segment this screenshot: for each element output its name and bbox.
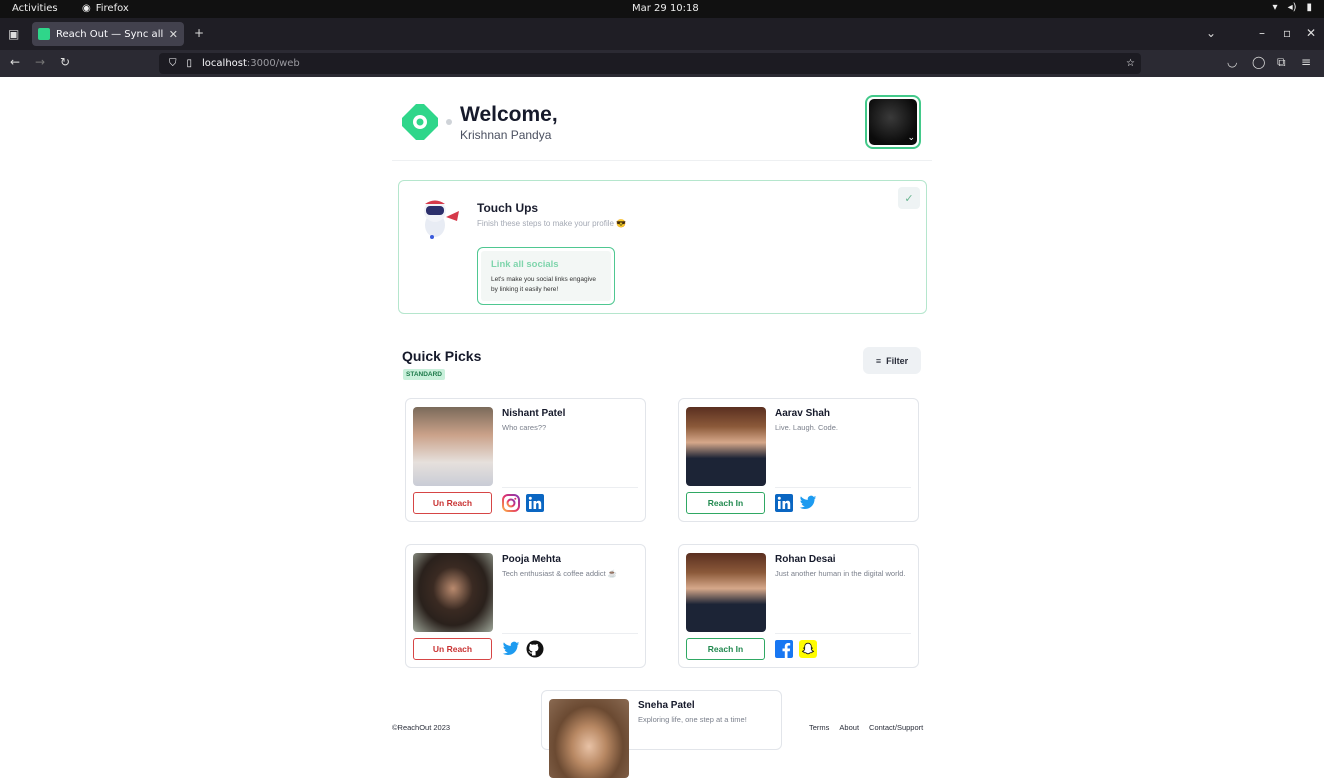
- back-icon[interactable]: ←: [10, 55, 20, 69]
- page-header: Welcome, Krishnan Pandya ⌄: [392, 77, 932, 161]
- touch-ups-title: Touch Ups: [477, 201, 539, 215]
- linkedin-icon[interactable]: [526, 494, 544, 512]
- system-tray[interactable]: ▾ ◂) ▮: [1273, 2, 1312, 13]
- copyright: ©ReachOut 2023: [392, 723, 451, 732]
- url-path: :3000/web: [246, 58, 300, 69]
- reach-in-button[interactable]: Reach In: [686, 638, 765, 660]
- profile-card: Nishant Patel Who cares?? Un Reach: [405, 398, 646, 522]
- reach-in-button[interactable]: Reach In: [686, 492, 765, 514]
- profile-card: Aarav Shah Live. Laugh. Code. Reach In: [678, 398, 919, 522]
- divider: [775, 633, 911, 634]
- facebook-icon[interactable]: [775, 640, 793, 658]
- url-host: localhost: [202, 58, 247, 69]
- filter-label: Filter: [886, 355, 909, 366]
- profile-photo: [686, 407, 766, 486]
- linkedin-icon[interactable]: [775, 494, 793, 512]
- status-badge: STANDARD: [403, 369, 445, 380]
- chevron-down-icon: ⌄: [907, 132, 915, 142]
- divider: [502, 487, 638, 488]
- filter-button[interactable]: ≡ Filter: [863, 347, 921, 374]
- close-tab-icon[interactable]: ✕: [169, 28, 178, 41]
- welcome-heading: Welcome,: [460, 103, 558, 126]
- web-page: Welcome, Krishnan Pandya ⌄ Touch Ups Fin…: [0, 77, 1324, 778]
- check-icon[interactable]: ✓: [898, 187, 920, 209]
- restore-icon[interactable]: ▫: [1283, 26, 1291, 40]
- profile-card: Pooja Mehta Tech enthusiast & coffee add…: [405, 544, 646, 668]
- profile-photo: [686, 553, 766, 632]
- github-icon[interactable]: [526, 640, 544, 658]
- filter-icon: ≡: [875, 355, 882, 366]
- firefox-icon: ◉: [82, 3, 91, 14]
- snapchat-icon[interactable]: [799, 640, 817, 658]
- profile-name: Pooja Mehta: [502, 554, 561, 565]
- app-menu[interactable]: ◉ Firefox: [82, 3, 129, 14]
- profile-photo: [413, 553, 493, 632]
- activities-button[interactable]: Activities: [12, 3, 58, 14]
- task-title: Link all socials: [491, 259, 559, 270]
- url-text: localhost:3000/web: [202, 58, 300, 69]
- url-bar[interactable]: ⛉ ▯ localhost:3000/web ☆: [159, 53, 1141, 74]
- account-icon[interactable]: ◯: [1252, 55, 1265, 69]
- reload-icon[interactable]: ↻: [60, 55, 70, 69]
- quick-picks-title: Quick Picks: [402, 348, 482, 364]
- avatar-menu-button[interactable]: ⌄: [865, 95, 921, 149]
- profile-photo: [549, 699, 629, 778]
- terms-link[interactable]: Terms: [809, 723, 829, 732]
- profile-card: Sneha Patel Exploring life, one step at …: [541, 690, 782, 778]
- chevron-down-icon[interactable]: ⌄: [1206, 26, 1216, 40]
- tab-bar: ▣ Reach Out — Sync all your ✕ + ⌄ – ▫ ✕: [0, 18, 1324, 50]
- instagram-icon[interactable]: [502, 494, 520, 512]
- tab-reach-out[interactable]: Reach Out — Sync all your ✕: [32, 22, 184, 46]
- unreach-button[interactable]: Un Reach: [413, 638, 492, 660]
- profile-bio: Who cares??: [502, 423, 547, 432]
- extensions-icon[interactable]: ⧉: [1277, 55, 1286, 70]
- divider: [775, 487, 911, 488]
- new-tab-icon[interactable]: +: [194, 26, 204, 40]
- task-description: Let's make you social links engagive by …: [491, 276, 596, 293]
- forward-icon[interactable]: →: [35, 55, 45, 69]
- bookmark-star-icon[interactable]: ☆: [1126, 58, 1135, 69]
- page-icon: ▯: [186, 58, 193, 69]
- unreach-button[interactable]: Un Reach: [413, 492, 492, 514]
- profile-bio: Live. Laugh. Code.: [775, 423, 838, 432]
- app-name: Firefox: [95, 3, 129, 14]
- twitter-icon[interactable]: [502, 640, 520, 658]
- profile-card: Rohan Desai Just another human in the di…: [678, 544, 919, 668]
- profile-name: Aarav Shah: [775, 408, 831, 419]
- battery-icon: ▮: [1306, 2, 1312, 13]
- touch-ups-subtitle: Finish these steps to make your profile …: [477, 219, 627, 228]
- profile-bio: Exploring life, one step at a time!: [638, 715, 747, 724]
- tab-list-icon[interactable]: ▣: [8, 27, 19, 41]
- robot-mascot-icon: [424, 200, 459, 239]
- menu-icon[interactable]: ≡: [1301, 55, 1311, 69]
- profile-name: Nishant Patel: [502, 408, 566, 419]
- separator-dot: [446, 119, 452, 125]
- about-link[interactable]: About: [839, 723, 859, 732]
- wifi-icon: ▾: [1272, 2, 1278, 13]
- close-window-icon[interactable]: ✕: [1306, 26, 1316, 40]
- link-socials-task[interactable]: Link all socials Let's make you social l…: [477, 247, 615, 305]
- touch-ups-card: Touch Ups Finish these steps to make you…: [398, 180, 927, 314]
- profile-name: Sneha Patel: [638, 700, 695, 711]
- profile-bio: Just another human in the digital world.: [775, 569, 906, 578]
- divider: [502, 633, 638, 634]
- minimize-icon[interactable]: –: [1259, 26, 1265, 40]
- twitter-icon[interactable]: [799, 494, 817, 512]
- clock[interactable]: Mar 29 10:18: [632, 3, 699, 14]
- tab-title: Reach Out — Sync all your: [56, 28, 163, 40]
- system-top-bar: Activities ◉ Firefox Mar 29 10:18 ▾ ◂) ▮: [0, 0, 1324, 18]
- contact-support-link[interactable]: Contact/Support: [869, 723, 923, 732]
- footer-links: Terms About Contact/Support: [809, 723, 923, 732]
- user-name: Krishnan Pandya: [460, 128, 552, 142]
- nav-bar: ← → ↻ ⛉ ▯ localhost:3000/web ☆ ◡ ◯ ⧉ ≡: [0, 50, 1324, 77]
- profile-bio: Tech enthusiast & coffee addict ☕: [502, 569, 618, 578]
- shield-icon[interactable]: ⛉: [169, 58, 177, 69]
- profile-photo: [413, 407, 493, 486]
- reachout-logo-icon[interactable]: [402, 104, 438, 140]
- avatar: ⌄: [869, 99, 917, 145]
- profile-name: Rohan Desai: [775, 554, 836, 565]
- favicon-icon: [38, 28, 50, 40]
- volume-icon: ◂): [1287, 2, 1297, 13]
- pocket-icon[interactable]: ◡: [1227, 55, 1237, 69]
